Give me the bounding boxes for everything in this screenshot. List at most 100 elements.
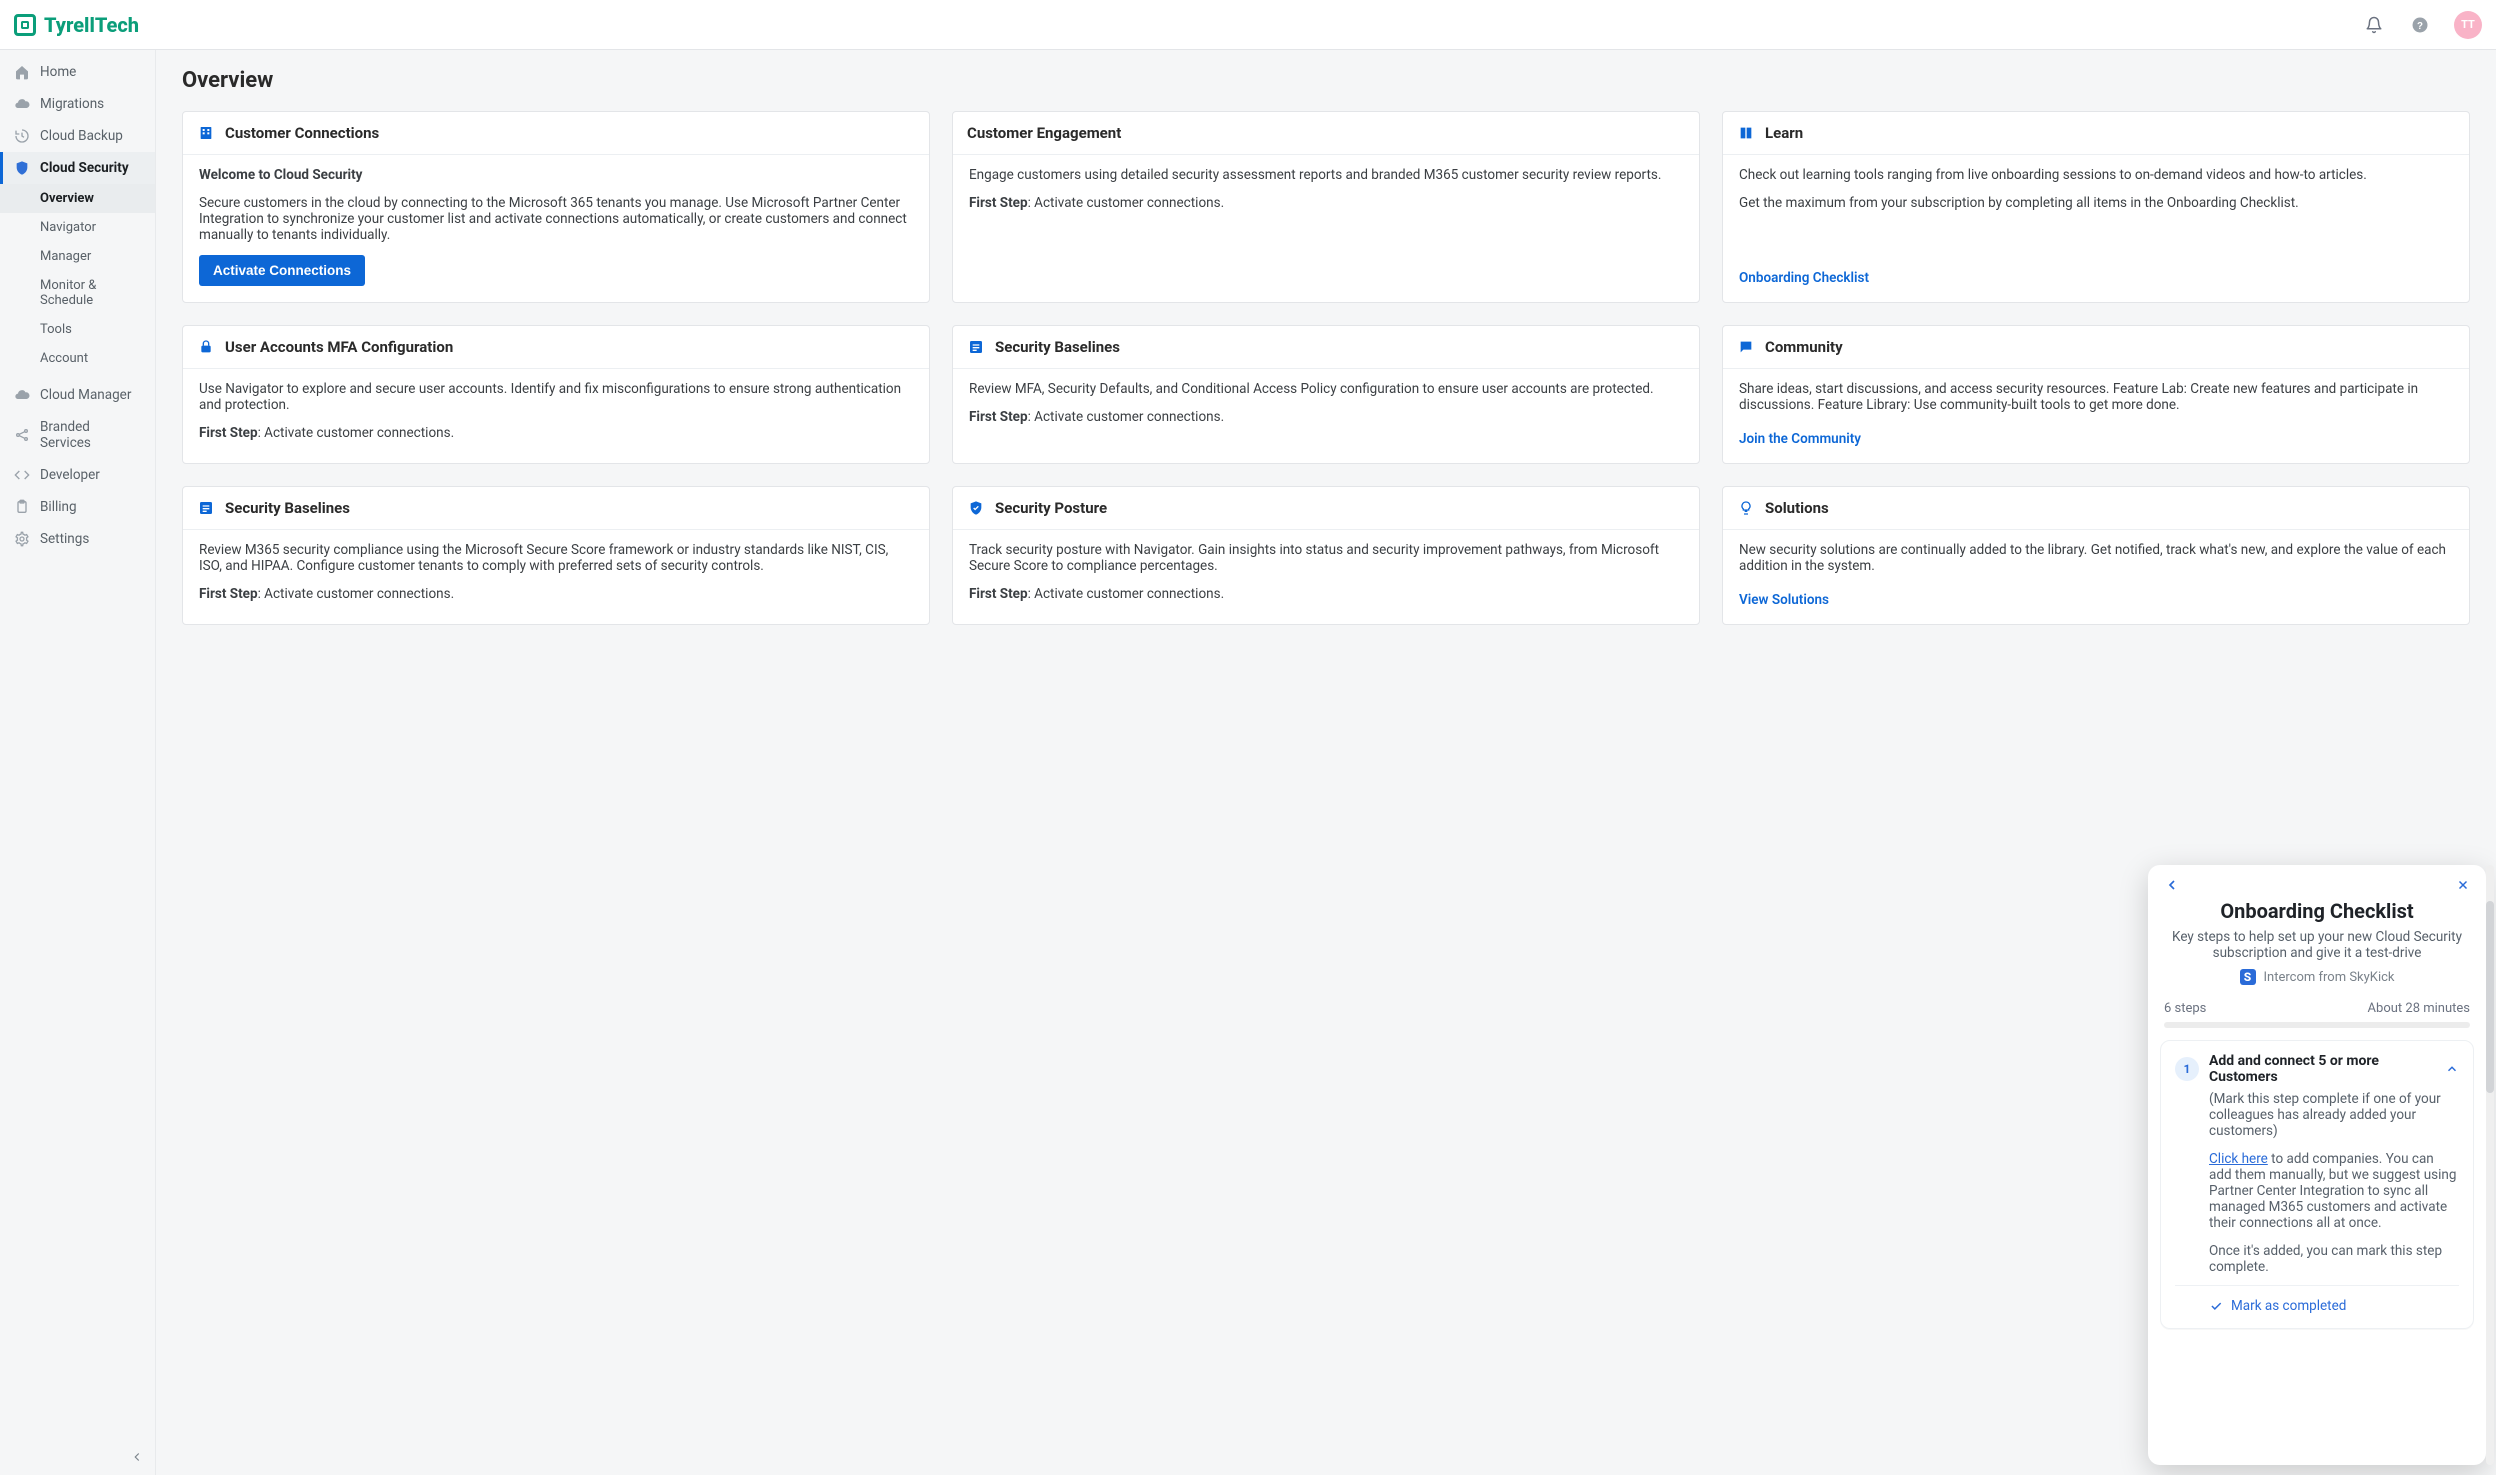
sidebar-sub-monitor-schedule[interactable]: Monitor & Schedule bbox=[0, 271, 155, 315]
sidebar-sub-tools[interactable]: Tools bbox=[0, 315, 155, 344]
cloud-icon bbox=[14, 387, 30, 403]
card-subtitle: Welcome to Cloud Security bbox=[199, 167, 913, 183]
card-title: Learn bbox=[1765, 124, 1803, 142]
sidebar-item-settings[interactable]: Settings bbox=[0, 523, 155, 555]
sidebar-sub-account[interactable]: Account bbox=[0, 344, 155, 373]
step-number-badge: 1 bbox=[2175, 1057, 2199, 1081]
card-first-step: First Step: Activate customer connection… bbox=[969, 586, 1683, 602]
first-step-label: First Step bbox=[969, 195, 1028, 211]
card-text: New security solutions are continually a… bbox=[1739, 542, 2453, 574]
checklist-step-1: 1 Add and connect 5 or more Customers (M… bbox=[2160, 1040, 2474, 1329]
collapse-step-button[interactable] bbox=[2445, 1062, 2459, 1076]
card-head: Security Baselines bbox=[953, 326, 1699, 369]
sidebar-item-branded-services[interactable]: Branded Services bbox=[0, 411, 155, 459]
popover-back-button[interactable] bbox=[2164, 877, 2180, 893]
card-first-step: First Step: Activate customer connection… bbox=[199, 586, 913, 602]
popover-eta: About 28 minutes bbox=[2368, 1001, 2470, 1016]
gear-icon bbox=[14, 531, 30, 547]
intercom-badge-icon: S bbox=[2240, 969, 2256, 985]
popover-subtitle: Key steps to help set up your new Cloud … bbox=[2148, 923, 2486, 969]
card-security-baselines-1: Security Baselines Review MFA, Security … bbox=[952, 325, 1700, 464]
sidebar-sub-overview[interactable]: Overview bbox=[0, 184, 155, 213]
sidebar-sub-label: Account bbox=[40, 351, 88, 366]
card-customer-connections: Customer Connections Welcome to Cloud Se… bbox=[182, 111, 930, 303]
card-title: User Accounts MFA Configuration bbox=[225, 338, 453, 356]
popover-close-button[interactable] bbox=[2456, 878, 2470, 892]
card-text: Review MFA, Security Defaults, and Condi… bbox=[969, 381, 1683, 397]
card-solutions: Solutions New security solutions are con… bbox=[1722, 486, 2470, 625]
first-step-text: : Activate customer connections. bbox=[258, 586, 455, 602]
sidebar-item-cloud-security[interactable]: Cloud Security bbox=[0, 152, 155, 184]
avatar-initials: TT bbox=[2461, 18, 2475, 31]
history-icon bbox=[14, 128, 30, 144]
card-head: Customer Connections bbox=[183, 112, 929, 155]
scrollbar-thumb[interactable] bbox=[2486, 901, 2494, 1093]
view-solutions-link[interactable]: View Solutions bbox=[1739, 586, 1829, 608]
card-head: Security Posture bbox=[953, 487, 1699, 530]
card-head: User Accounts MFA Configuration bbox=[183, 326, 929, 369]
sidebar-sub-label: Navigator bbox=[40, 220, 96, 235]
brand-name: TyrellTech bbox=[44, 13, 139, 37]
card-title: Customer Engagement bbox=[967, 124, 1121, 142]
svg-text:?: ? bbox=[2417, 20, 2423, 31]
sidebar-sub-navigator[interactable]: Navigator bbox=[0, 213, 155, 242]
help-icon[interactable]: ? bbox=[2408, 13, 2432, 37]
sidebar-sub-label: Manager bbox=[40, 249, 91, 264]
step-text: Click here to add companies. You can add… bbox=[2209, 1151, 2459, 1231]
card-head: Customer Engagement bbox=[953, 112, 1699, 155]
card-head: Learn bbox=[1723, 112, 2469, 155]
top-actions: ? TT bbox=[2362, 11, 2482, 39]
onboarding-checklist-link[interactable]: Onboarding Checklist bbox=[1739, 264, 1869, 286]
sidebar-item-developer[interactable]: Developer bbox=[0, 459, 155, 491]
chat-icon bbox=[1737, 338, 1755, 356]
content: Overview Customer Connections Welcome to… bbox=[156, 50, 2496, 1475]
activate-connections-button[interactable]: Activate Connections bbox=[199, 255, 365, 286]
sidebar-item-label: Billing bbox=[40, 499, 77, 515]
notifications-icon[interactable] bbox=[2362, 13, 2386, 37]
card-first-step: First Step: Activate customer connection… bbox=[969, 195, 1683, 211]
card-head: Community bbox=[1723, 326, 2469, 369]
sidebar-item-label: Cloud Backup bbox=[40, 128, 123, 144]
checklist-icon bbox=[197, 499, 215, 517]
building-icon bbox=[197, 124, 215, 142]
brand-logo-icon bbox=[14, 14, 36, 36]
onboarding-popover: Onboarding Checklist Key steps to help s… bbox=[2148, 865, 2486, 1465]
checklist-icon bbox=[967, 338, 985, 356]
card-first-step: First Step: Activate customer connection… bbox=[969, 409, 1683, 425]
step-click-here-link[interactable]: Click here bbox=[2209, 1151, 2268, 1167]
card-title: Community bbox=[1765, 338, 1843, 356]
card-title: Security Baselines bbox=[995, 338, 1120, 356]
share-icon bbox=[14, 427, 30, 443]
card-head: Solutions bbox=[1723, 487, 2469, 530]
mark-completed-label: Mark as completed bbox=[2231, 1298, 2346, 1314]
sidebar-item-label: Cloud Manager bbox=[40, 387, 131, 403]
card-title: Security Posture bbox=[995, 499, 1107, 517]
sidebar-item-cloud-backup[interactable]: Cloud Backup bbox=[0, 120, 155, 152]
sidebar-sublist: Overview Navigator Manager Monitor & Sch… bbox=[0, 184, 155, 373]
sidebar-item-migrations[interactable]: Migrations bbox=[0, 88, 155, 120]
brand[interactable]: TyrellTech bbox=[14, 13, 139, 37]
sidebar-sub-manager[interactable]: Manager bbox=[0, 242, 155, 271]
popover-from: S Intercom from SkyKick bbox=[2148, 969, 2486, 993]
first-step-label: First Step bbox=[969, 409, 1028, 425]
avatar[interactable]: TT bbox=[2454, 11, 2482, 39]
popover-scrollbar[interactable] bbox=[2486, 865, 2494, 1465]
sidebar-item-label: Branded Services bbox=[40, 419, 141, 451]
collapse-sidebar-button[interactable] bbox=[127, 1447, 147, 1467]
first-step-label: First Step bbox=[199, 586, 258, 602]
topbar: TyrellTech ? TT bbox=[0, 0, 2496, 50]
shield-check-icon bbox=[967, 499, 985, 517]
card-community: Community Share ideas, start discussions… bbox=[1722, 325, 2470, 464]
sidebar-item-billing[interactable]: Billing bbox=[0, 491, 155, 523]
step-title: Add and connect 5 or more Customers bbox=[2209, 1053, 2435, 1085]
sidebar-item-home[interactable]: Home bbox=[0, 56, 155, 88]
join-community-link[interactable]: Join the Community bbox=[1739, 425, 1861, 447]
card-text: Get the maximum from your subscription b… bbox=[1739, 195, 2453, 211]
popover-progress-bar bbox=[2164, 1022, 2470, 1028]
popover-steps-count: 6 steps bbox=[2164, 1001, 2206, 1016]
page-title: Overview bbox=[156, 50, 2496, 111]
mark-completed-button[interactable]: Mark as completed bbox=[2175, 1285, 2459, 1314]
sidebar-item-cloud-manager[interactable]: Cloud Manager bbox=[0, 379, 155, 411]
first-step-text: : Activate customer connections. bbox=[1028, 586, 1225, 602]
code-icon bbox=[14, 467, 30, 483]
